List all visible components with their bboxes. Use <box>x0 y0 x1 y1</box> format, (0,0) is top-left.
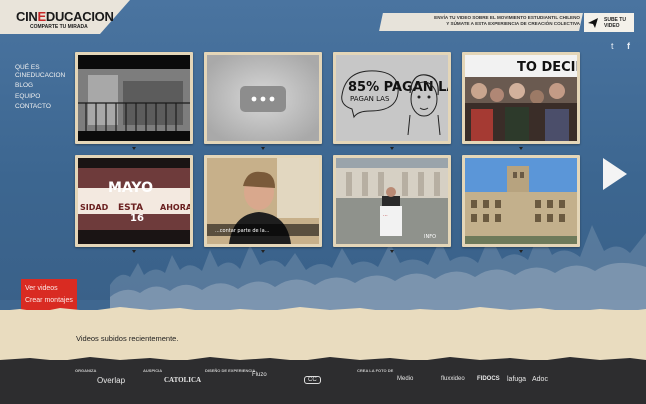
site-tagline: COMPARTE TU MIRADA <box>30 24 88 30</box>
thumb-arrow <box>261 250 265 253</box>
video-thumbnail-4[interactable]: TO DECID <box>462 52 580 150</box>
video-thumbnail-1[interactable] <box>75 52 193 150</box>
svg-text:ESTA: ESTA <box>118 203 143 213</box>
thumb-arrow <box>519 147 523 150</box>
facebook-icon[interactable]: f <box>627 41 630 51</box>
logo-lafuga[interactable]: lafuga <box>507 376 526 383</box>
main-nav: QUÉ ES CINEDUCACION BLOG EQUIPO CONTACTO <box>15 64 75 114</box>
svg-text:TO DECID: TO DECID <box>517 60 577 75</box>
next-page-arrow-icon[interactable] <box>599 156 629 192</box>
nav-item-que-es[interactable]: QUÉ ES CINEDUCACION <box>15 64 75 79</box>
video-thumbnail-3[interactable]: 85% PAGAN LAS PAGAN LAS <box>333 52 451 150</box>
video-thumbnail-2[interactable] <box>204 52 322 150</box>
promo-line-2: Y SÚMATE A ESTA EXPERIENCIA DE CREACIÓN … <box>446 20 580 26</box>
menu-ver-videos[interactable]: Ver videos <box>25 285 58 292</box>
thumbnail-image-building-gate <box>78 55 190 141</box>
footer-label-foto: CREA LA FOTO DE <box>357 368 394 373</box>
thumbnail-image-university-building <box>465 158 577 244</box>
send-icon <box>588 17 598 28</box>
logo-overlap[interactable]: Overlap <box>97 376 125 385</box>
upload-video-button[interactable]: SUBE TU VIDEO <box>584 13 634 32</box>
recent-videos-label: Videos subidos recientemente. <box>76 334 179 343</box>
video-thumbnail-7[interactable]: ... INFO <box>333 155 451 253</box>
site-logo[interactable]: CINEDUCACION <box>16 9 114 24</box>
video-thumbnail-8[interactable] <box>462 155 580 253</box>
thumb-arrow <box>261 147 265 150</box>
logo-creative-commons[interactable]: CC <box>304 376 321 384</box>
svg-text:...: ... <box>383 212 388 218</box>
nav-item-contacto[interactable]: CONTACTO <box>15 103 75 111</box>
nav-item-equipo[interactable]: EQUIPO <box>15 93 75 101</box>
svg-text:INFO: INFO <box>424 234 436 240</box>
thumbnail-image-drawing: 85% PAGAN LAS PAGAN LAS <box>336 55 448 141</box>
logo-medio[interactable]: Medio <box>397 376 413 382</box>
svg-text:...contar parte de la...: ...contar parte de la... <box>215 228 270 234</box>
svg-text:SIDAD: SIDAD <box>80 203 109 212</box>
thumb-arrow <box>519 250 523 253</box>
footer-label-auspicia: AUSPICIA <box>143 368 163 373</box>
thumbnail-image-protest-crowd: TO DECID <box>465 55 577 141</box>
thumb-arrow <box>390 250 394 253</box>
twitter-icon[interactable]: t <box>611 41 614 51</box>
thumb-arrow <box>132 250 136 253</box>
svg-text:AHORA: AHORA <box>160 203 190 212</box>
thumbnail-image-interview: ...contar parte de la... <box>207 158 319 244</box>
logo-catolica[interactable]: CATOLICA <box>164 376 201 384</box>
video-thumbnail-5[interactable]: MAYO SIDAD ESTA AHORA 16 <box>75 155 193 253</box>
thumbnail-image-placeholder <box>207 55 319 141</box>
thumbnail-image-mayo-banner: MAYO SIDAD ESTA AHORA 16 <box>78 158 190 244</box>
thumb-arrow <box>132 147 136 150</box>
video-thumbnail-6[interactable]: ...contar parte de la... <box>204 155 322 253</box>
promo-banner-text: ENVÍA TU VIDEO SOBRE EL MOVIMIENTO ESTUD… <box>388 15 580 26</box>
svg-text:PAGAN LAS: PAGAN LAS <box>350 95 390 103</box>
thumb-arrow <box>390 147 394 150</box>
logo-adoc[interactable]: Adoc <box>532 376 548 383</box>
logo-fidocs[interactable]: FIDOCS <box>477 376 500 382</box>
logo-fluzo[interactable]: Fluzo <box>252 372 267 378</box>
upload-video-label: SUBE TU VIDEO <box>604 16 626 29</box>
footer-label-diseno: DISEÑO DE EXPERIENCIA <box>205 368 256 373</box>
logo-fluxxideo[interactable]: fluxxideo <box>441 376 465 382</box>
footer-label-organiza: ORGANIZA <box>75 368 97 373</box>
svg-text:MAYO: MAYO <box>108 180 153 196</box>
thumbnail-image-palace-protest: ... INFO <box>336 158 448 244</box>
menu-crear-montajes[interactable]: Crear montajes <box>25 297 73 304</box>
nav-item-blog[interactable]: BLOG <box>15 82 75 90</box>
svg-text:16: 16 <box>130 213 144 224</box>
